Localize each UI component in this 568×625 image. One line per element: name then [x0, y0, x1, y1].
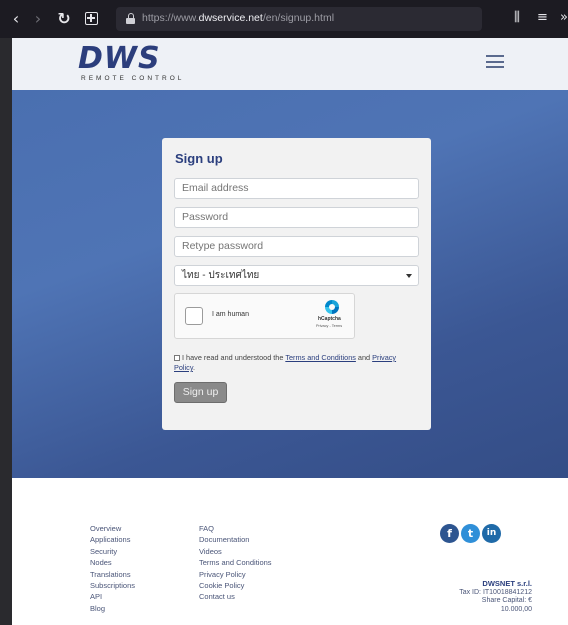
footer-link-privacy[interactable]: Privacy Policy	[199, 569, 272, 580]
logo-tagline: REMOTE CONTROL	[81, 75, 185, 82]
url-prefix: https://www.	[142, 12, 199, 24]
terms-link[interactable]: Terms and Conditions	[285, 353, 356, 362]
terms-mid: and	[355, 353, 373, 362]
logo-wordmark: DWS	[78, 41, 161, 76]
captcha-label: I am human	[212, 311, 249, 318]
new-tab-icon[interactable]	[82, 9, 102, 29]
footer-link-api[interactable]: API	[90, 591, 135, 602]
hcaptcha-widget: I am human hCaptcha Privacy - Terms	[174, 293, 355, 339]
reload-icon[interactable]: ↻	[54, 9, 74, 29]
share-capital: Share Capital: €	[481, 597, 532, 605]
captcha-links[interactable]: Privacy - Terms	[316, 324, 342, 328]
url-text[interactable]: https://www.dwservice.net/en/signup.html	[142, 12, 334, 24]
footer-link-subscriptions[interactable]: Subscriptions	[90, 580, 135, 591]
share-amount: 10.000,00	[500, 605, 532, 613]
terms-prefix: I have read and understood the	[182, 353, 286, 362]
footer-link-faq[interactable]: FAQ	[199, 523, 272, 534]
footer-link-translations[interactable]: Translations	[90, 569, 135, 580]
footer-link-applications[interactable]: Applications	[90, 534, 135, 545]
chevron-down-icon	[406, 274, 412, 278]
captcha-brand: hCaptcha	[318, 316, 341, 322]
hamburger-menu-icon[interactable]	[486, 55, 504, 68]
tax-id: Tax ID: IT10018841212	[459, 588, 532, 596]
hero-background: Sign up Email address Password Retype pa…	[12, 90, 568, 478]
linkedin-icon[interactable]: in	[482, 524, 501, 543]
overflow-icon[interactable]: »	[560, 10, 568, 25]
forward-icon[interactable]: ›	[28, 9, 48, 29]
url-path: /en/signup.html	[262, 12, 335, 24]
footer-link-terms[interactable]: Terms and Conditions	[199, 557, 272, 568]
menu-icon[interactable]: ≡	[537, 10, 548, 25]
twitter-icon[interactable]: t	[461, 524, 480, 543]
retype-password-field[interactable]: Retype password	[174, 236, 419, 257]
site-footer: Overview Applications Security Nodes Tra…	[12, 478, 568, 625]
back-icon[interactable]: ‹	[6, 9, 26, 29]
signup-card: Sign up Email address Password Retype pa…	[162, 138, 431, 430]
library-icon[interactable]: ⫼	[514, 10, 520, 25]
lock-icon	[126, 13, 135, 24]
password-field[interactable]: Password	[174, 207, 419, 228]
company-info: DWSNET s.r.l. Tax ID: IT10018841212 Shar…	[422, 579, 532, 614]
dws-logo[interactable]: DWS REMOTE CONTROL	[78, 41, 198, 86]
terms-checkbox[interactable]	[174, 355, 180, 361]
footer-link-blog[interactable]: Blog	[90, 603, 135, 614]
language-select[interactable]: ไทย - ประเทศไทย	[174, 265, 419, 286]
footer-link-nodes[interactable]: Nodes	[90, 557, 135, 568]
captcha-checkbox[interactable]	[185, 307, 203, 325]
site-header: DWS REMOTE CONTROL	[12, 38, 568, 90]
footer-links-col2: FAQ Documentation Videos Terms and Condi…	[199, 523, 272, 603]
browser-toolbar: ‹ › ↻ https://www.dwservice.net/en/signu…	[0, 0, 568, 38]
signup-button[interactable]: Sign up	[174, 382, 227, 403]
address-bar[interactable]: https://www.dwservice.net/en/signup.html	[116, 7, 482, 31]
email-field[interactable]: Email address	[174, 178, 419, 199]
footer-link-cookie[interactable]: Cookie Policy	[199, 580, 272, 591]
footer-link-documentation[interactable]: Documentation	[199, 534, 272, 545]
footer-link-videos[interactable]: Videos	[199, 546, 272, 557]
url-host: dwservice.net	[198, 12, 263, 24]
footer-link-contact[interactable]: Contact us	[199, 591, 272, 602]
footer-links-col1: Overview Applications Security Nodes Tra…	[90, 523, 135, 614]
language-select-value: ไทย - ประเทศไทย	[182, 270, 260, 281]
footer-link-overview[interactable]: Overview	[90, 523, 135, 534]
footer-link-security[interactable]: Security	[90, 546, 135, 557]
terms-suffix: .	[192, 363, 195, 372]
company-name: DWSNET s.r.l.	[482, 579, 532, 588]
page-title: Sign up	[175, 151, 223, 166]
hcaptcha-logo-icon	[325, 300, 339, 314]
facebook-icon[interactable]: f	[440, 524, 459, 543]
terms-agreement: I have read and understood the Terms and…	[174, 353, 419, 373]
page-viewport: DWS REMOTE CONTROL Sign up Email address…	[12, 38, 568, 625]
